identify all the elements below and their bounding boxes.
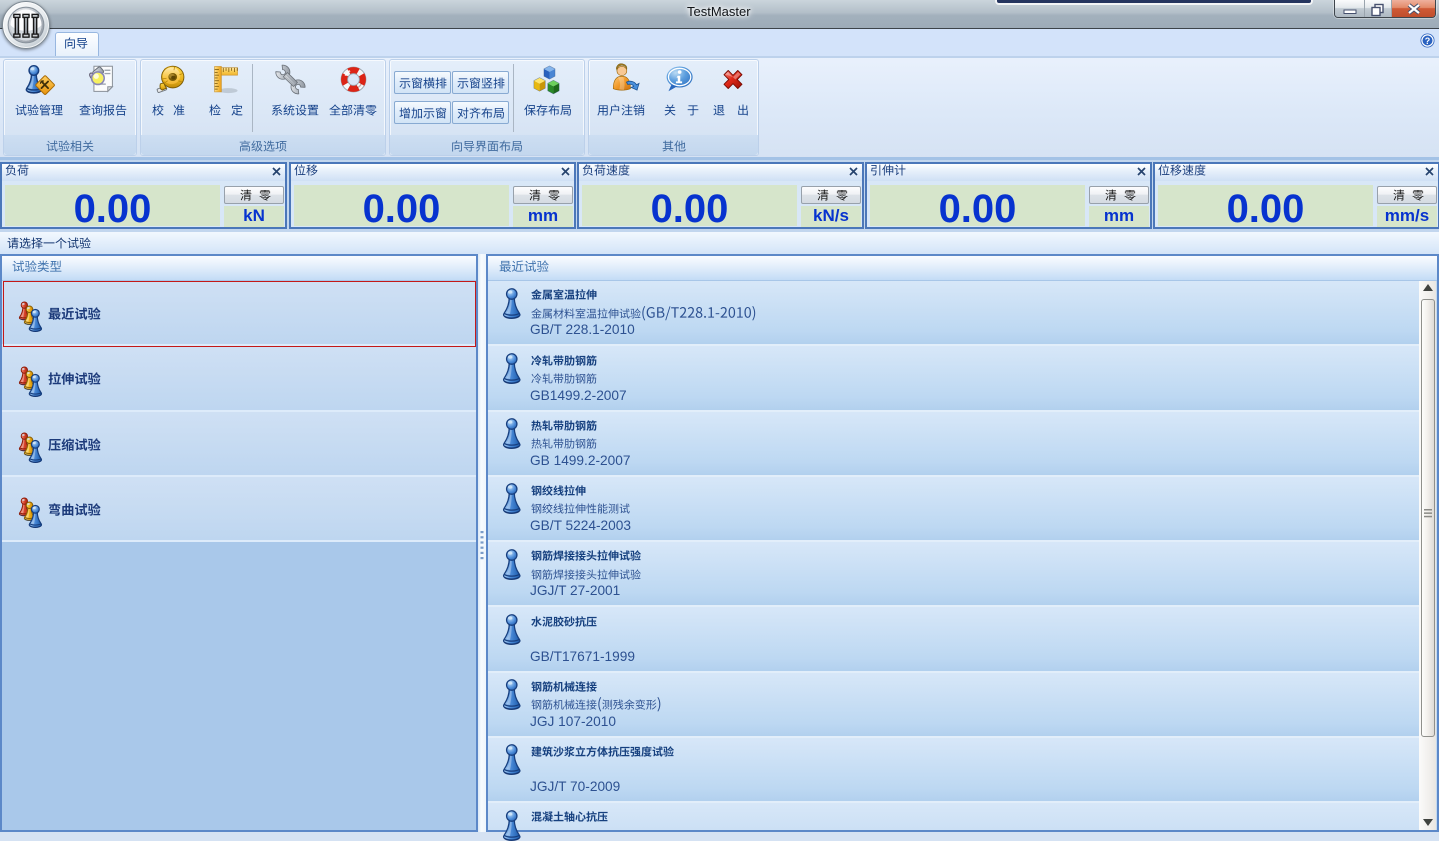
svg-text:?: ? [1425,36,1431,46]
